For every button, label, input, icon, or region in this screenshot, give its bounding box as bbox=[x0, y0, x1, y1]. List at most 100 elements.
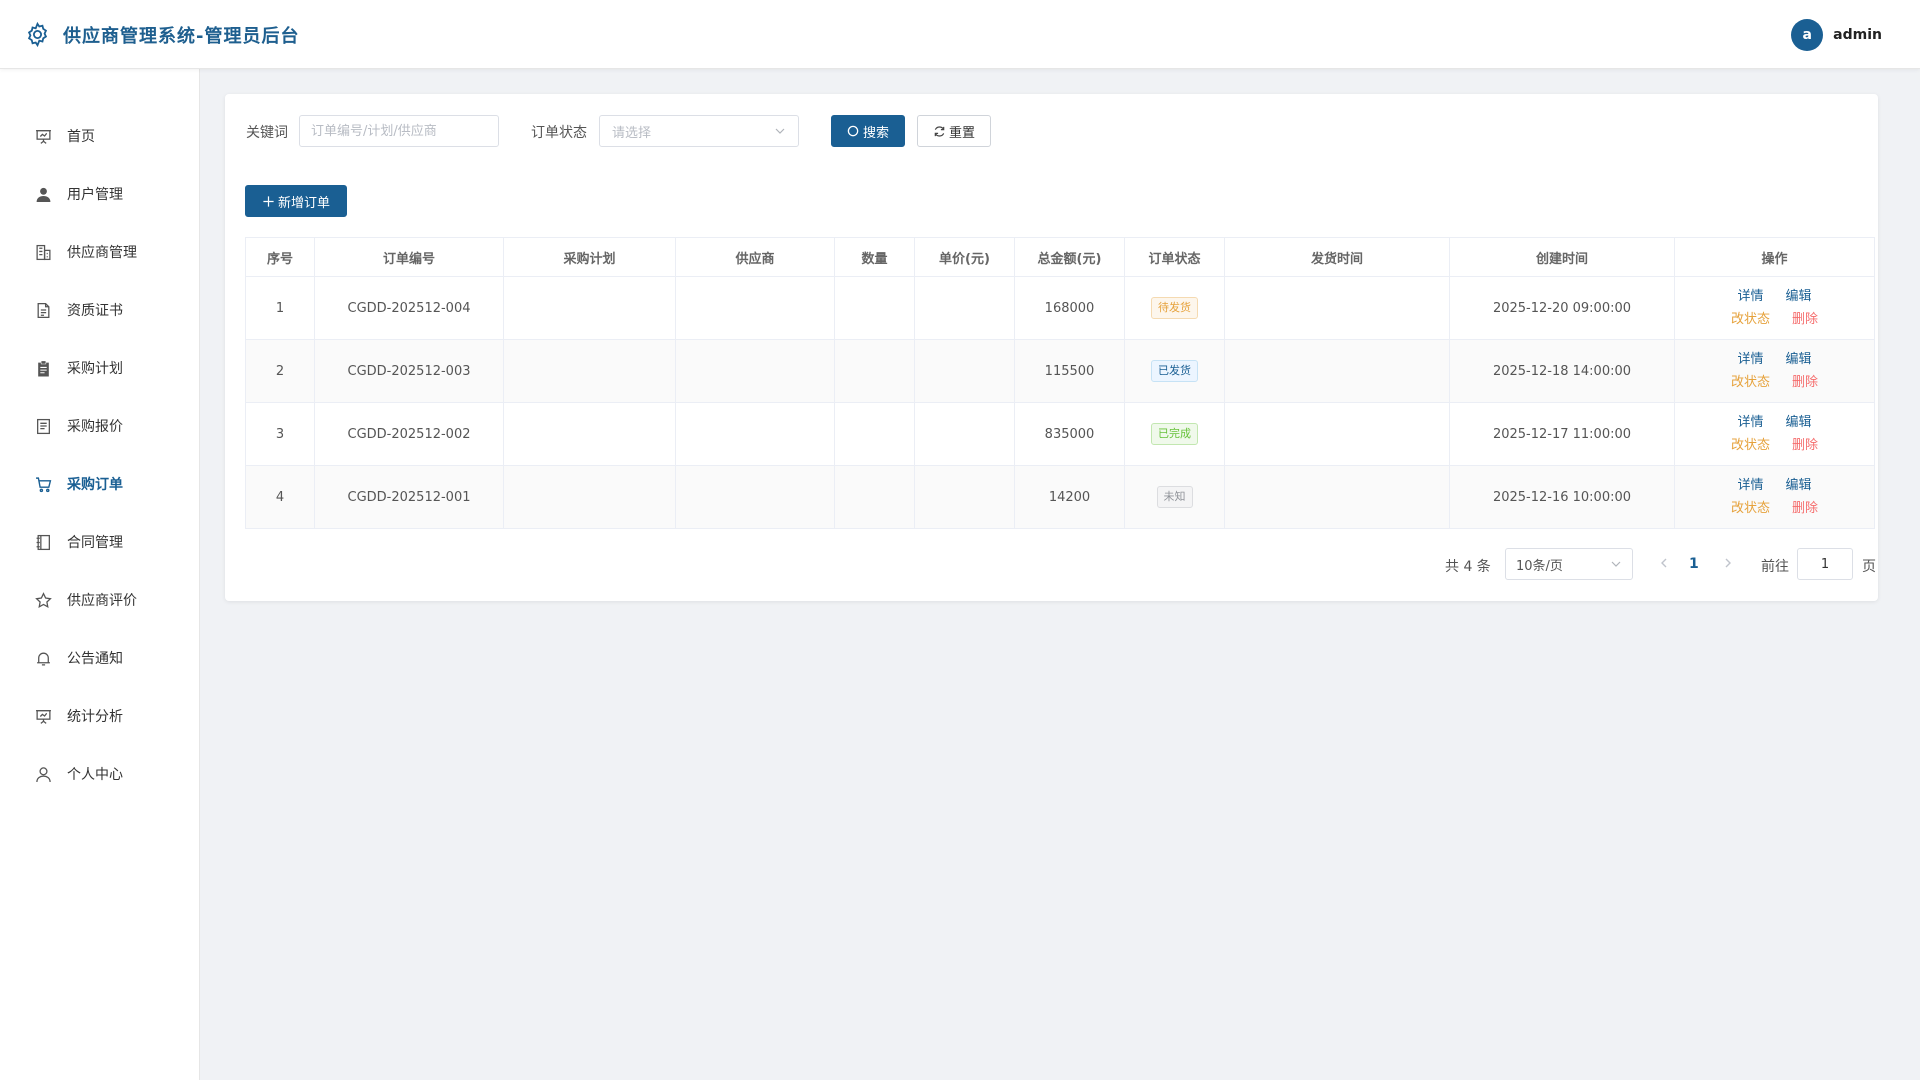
sidebar-item-users[interactable]: 用户管理 bbox=[0, 174, 199, 214]
sidebar-item-evaluations[interactable]: 供应商评价 bbox=[0, 580, 199, 620]
sidebar-item-label: 首页 bbox=[67, 129, 95, 145]
cell-supplier bbox=[675, 465, 835, 529]
table-row: 2 CGDD-202512-003 115500 已发货 2025-12-18 … bbox=[245, 339, 1875, 403]
detail-link[interactable]: 详情 bbox=[1737, 411, 1763, 434]
cell-status: 未知 bbox=[1124, 465, 1225, 529]
document-icon bbox=[37, 302, 50, 318]
edit-link[interactable]: 编辑 bbox=[1786, 474, 1812, 497]
sidebar-item-label: 个人中心 bbox=[67, 767, 123, 783]
keyword-input[interactable] bbox=[299, 115, 499, 147]
cell-status: 待发货 bbox=[1124, 276, 1225, 340]
column-header: 供应商 bbox=[675, 237, 835, 277]
sidebar-item-home[interactable]: 首页 bbox=[0, 116, 199, 156]
change-status-link[interactable]: 改状态 bbox=[1731, 434, 1770, 457]
cell-order-no: CGDD-202512-003 bbox=[314, 339, 504, 403]
gear-icon bbox=[27, 21, 48, 48]
cell-status: 已发货 bbox=[1124, 339, 1225, 403]
cell-plan bbox=[503, 276, 676, 340]
tickets-icon bbox=[37, 418, 50, 434]
cell-supplier bbox=[675, 339, 835, 403]
cell-unit-price bbox=[914, 276, 1015, 340]
column-header: 总金额(元) bbox=[1014, 237, 1125, 277]
cell-total: 168000 bbox=[1014, 276, 1125, 340]
plus-icon bbox=[263, 195, 274, 207]
cell-ship-time bbox=[1224, 402, 1450, 466]
search-icon bbox=[847, 125, 859, 136]
column-header: 数量 bbox=[834, 237, 915, 277]
avatar[interactable]: a bbox=[1791, 18, 1824, 51]
username[interactable]: admin bbox=[1833, 27, 1882, 43]
cell-plan bbox=[503, 402, 676, 466]
sidebar-item-certificates[interactable]: 资质证书 bbox=[0, 290, 199, 330]
bell-icon bbox=[37, 652, 50, 666]
status-select[interactable]: 请选择 bbox=[599, 115, 799, 147]
next-page-icon[interactable] bbox=[1721, 556, 1735, 570]
refresh-icon bbox=[934, 125, 945, 137]
detail-link[interactable]: 详情 bbox=[1737, 348, 1763, 371]
column-header: 订单状态 bbox=[1124, 237, 1225, 277]
sidebar-item-label: 资质证书 bbox=[67, 303, 123, 319]
delete-link[interactable]: 删除 bbox=[1792, 308, 1818, 331]
goto-page-input[interactable] bbox=[1797, 548, 1853, 580]
sidebar-item-contracts[interactable]: 合同管理 bbox=[0, 522, 199, 562]
sidebar-item-quotations[interactable]: 采购报价 bbox=[0, 406, 199, 446]
chart-board-icon bbox=[36, 709, 51, 724]
search-button-label: 搜索 bbox=[862, 125, 889, 141]
change-status-link[interactable]: 改状态 bbox=[1731, 371, 1770, 394]
building-icon bbox=[36, 244, 51, 260]
sidebar-item-purchase-plans[interactable]: 采购计划 bbox=[0, 348, 199, 388]
brand: 供应商管理系统-管理员后台 bbox=[24, 0, 299, 69]
edit-link[interactable]: 编辑 bbox=[1786, 411, 1812, 434]
sidebar-item-profile[interactable]: 个人中心 bbox=[0, 754, 199, 794]
cell-unit-price bbox=[914, 402, 1015, 466]
table-row: 1 CGDD-202512-004 168000 待发货 2025-12-20 … bbox=[245, 276, 1875, 340]
delete-link[interactable]: 删除 bbox=[1792, 371, 1818, 394]
cell-ship-time bbox=[1224, 339, 1450, 403]
cell-created: 2025-12-18 14:00:00 bbox=[1449, 339, 1675, 403]
delete-link[interactable]: 删除 bbox=[1792, 497, 1818, 520]
page-suffix: 页 bbox=[1862, 559, 1876, 575]
reset-button[interactable]: 重置 bbox=[917, 115, 991, 147]
detail-link[interactable]: 详情 bbox=[1737, 285, 1763, 308]
change-status-link[interactable]: 改状态 bbox=[1731, 497, 1770, 520]
cell-ship-time bbox=[1224, 276, 1450, 340]
cell-index: 3 bbox=[245, 402, 315, 466]
status-badge: 待发货 bbox=[1151, 297, 1198, 319]
cell-quantity bbox=[834, 339, 915, 403]
delete-link[interactable]: 删除 bbox=[1792, 434, 1818, 457]
sidebar-item-label: 公告通知 bbox=[67, 651, 123, 667]
chevron-down-icon bbox=[1611, 561, 1621, 567]
sidebar-item-label: 采购订单 bbox=[67, 477, 123, 493]
presentation-icon bbox=[36, 129, 51, 144]
edit-link[interactable]: 编辑 bbox=[1786, 348, 1812, 371]
sidebar-item-statistics[interactable]: 统计分析 bbox=[0, 696, 199, 736]
change-status-link[interactable]: 改状态 bbox=[1731, 308, 1770, 331]
reset-button-label: 重置 bbox=[948, 125, 975, 141]
cell-quantity bbox=[834, 465, 915, 529]
app-title: 供应商管理系统-管理员后台 bbox=[63, 25, 300, 47]
page-size-select[interactable]: 10条/页 bbox=[1505, 548, 1633, 580]
cell-created: 2025-12-17 11:00:00 bbox=[1449, 402, 1675, 466]
cell-actions: 详情 编辑 改状态 删除 bbox=[1674, 402, 1875, 466]
table-row: 4 CGDD-202512-001 14200 未知 2025-12-16 10… bbox=[245, 465, 1875, 529]
page-number-current[interactable]: 1 bbox=[1689, 556, 1699, 572]
column-header: 采购计划 bbox=[503, 237, 676, 277]
status-badge: 已发货 bbox=[1151, 360, 1198, 382]
column-header: 创建时间 bbox=[1449, 237, 1675, 277]
cell-order-no: CGDD-202512-004 bbox=[314, 276, 504, 340]
search-button[interactable]: 搜索 bbox=[831, 115, 905, 147]
add-order-button[interactable]: 新增订单 bbox=[245, 185, 347, 217]
cart-icon bbox=[36, 476, 52, 492]
sidebar-item-suppliers[interactable]: 供应商管理 bbox=[0, 232, 199, 272]
detail-link[interactable]: 详情 bbox=[1737, 474, 1763, 497]
user-menu[interactable]: a admin bbox=[1791, 0, 1882, 69]
sidebar-item-label: 合同管理 bbox=[67, 535, 123, 551]
sidebar-item-purchase-orders[interactable]: 采购订单 bbox=[0, 464, 199, 504]
prev-page-icon[interactable] bbox=[1657, 556, 1671, 570]
chevron-down-icon bbox=[775, 128, 785, 134]
sidebar-item-announcements[interactable]: 公告通知 bbox=[0, 638, 199, 678]
cell-quantity bbox=[834, 276, 915, 340]
edit-link[interactable]: 编辑 bbox=[1786, 285, 1812, 308]
cell-total: 14200 bbox=[1014, 465, 1125, 529]
table-header-row: 序号 订单编号 采购计划 供应商 数量 单价(元) 总金额(元) 订单状态 发货… bbox=[245, 237, 1875, 277]
